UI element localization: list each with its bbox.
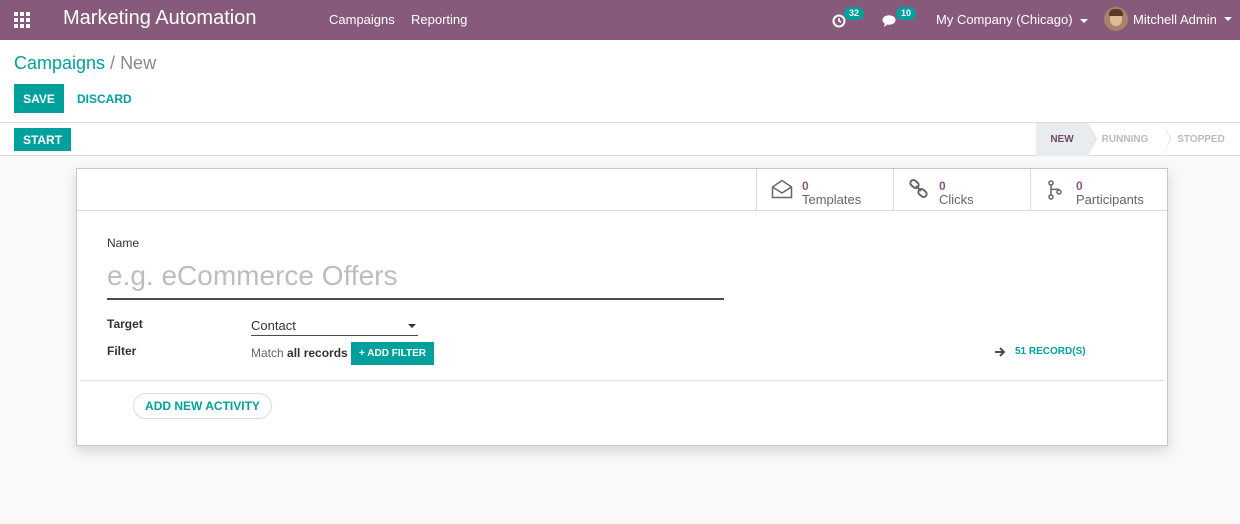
activity-count-badge: 32: [844, 7, 865, 20]
messaging-menu[interactable]: 10: [882, 7, 917, 31]
clicks-stat-button[interactable]: 0 Clicks: [893, 169, 1030, 211]
records-link[interactable]: 51 RECORD(S): [995, 346, 1086, 357]
menu-reporting[interactable]: Reporting: [411, 12, 467, 27]
form-sheet: 0 Templates 0 Clicks 0 Participants Name…: [76, 168, 1168, 446]
name-label: Name: [107, 236, 140, 250]
control-panel: Campaigns / New SAVE DISCARD: [0, 40, 1240, 123]
chevron-down-icon: [1079, 18, 1088, 23]
activity-menu[interactable]: 32: [832, 7, 866, 31]
templates-label: Templates: [802, 192, 862, 207]
target-label: Target: [107, 317, 143, 331]
templates-count: 0: [802, 179, 809, 193]
stage-stopped[interactable]: STOPPED: [1162, 123, 1240, 156]
chevron-down-icon: [1223, 17, 1232, 21]
stage-label: STOPPED: [1177, 134, 1225, 145]
stage-pipeline: NEW RUNNING STOPPED: [1036, 123, 1240, 156]
participants-stat-button[interactable]: 0 Participants: [1030, 169, 1167, 211]
breadcrumb-current: New: [120, 53, 157, 73]
envelope-open-icon: [771, 179, 793, 199]
clicks-count: 0: [939, 179, 946, 193]
menu-campaigns[interactable]: Campaigns: [329, 12, 395, 27]
records-count: 51 RECORD(S): [1015, 346, 1086, 357]
breadcrumb: Campaigns / New: [14, 53, 156, 74]
filter-label: Filter: [107, 344, 137, 358]
participants-count: 0: [1076, 179, 1083, 193]
templates-stat-button[interactable]: 0 Templates: [756, 169, 893, 211]
avatar: [1104, 7, 1128, 31]
target-value: Contact: [251, 318, 296, 333]
breadcrumb-separator: /: [110, 53, 116, 73]
user-menu[interactable]: Mitchell Admin: [1104, 6, 1232, 32]
activities-area: ADD NEW ACTIVITY: [79, 380, 1165, 444]
filter-prefix: Match: [251, 346, 284, 360]
apps-grid-icon[interactable]: [14, 12, 31, 28]
status-bar: START NEW RUNNING STOPPED: [0, 123, 1240, 156]
add-filter-button[interactable]: + ADD FILTER: [351, 342, 434, 365]
user-name: Mitchell Admin: [1133, 11, 1217, 27]
target-select[interactable]: Contact: [251, 316, 418, 336]
filter-scope: all records: [287, 346, 348, 360]
participants-label: Participants: [1076, 192, 1144, 207]
stage-label: NEW: [1050, 134, 1074, 145]
arrow-right-icon: [995, 346, 1006, 357]
link-icon: [909, 179, 928, 198]
breadcrumb-campaigns[interactable]: Campaigns: [14, 53, 105, 73]
stage-label: RUNNING: [1101, 134, 1149, 145]
app-title: Marketing Automation: [63, 7, 257, 29]
company-switcher[interactable]: My Company (Chicago): [936, 12, 1088, 27]
code-fork-icon: [1048, 180, 1062, 200]
campaign-name-input[interactable]: [107, 253, 724, 300]
divider: [77, 210, 759, 211]
top-navbar: Marketing Automation Campaigns Reporting…: [0, 0, 1240, 40]
stat-button-box: 0 Templates 0 Clicks 0 Participants: [756, 169, 1167, 211]
company-name: My Company (Chicago): [936, 12, 1073, 27]
stage-new[interactable]: NEW: [1036, 123, 1097, 156]
message-count-badge: 10: [896, 7, 917, 20]
start-button[interactable]: START: [14, 128, 71, 151]
discard-button[interactable]: DISCARD: [77, 92, 132, 106]
stage-running[interactable]: RUNNING: [1088, 123, 1171, 156]
add-activity-button[interactable]: ADD NEW ACTIVITY: [133, 393, 272, 419]
clicks-label: Clicks: [939, 192, 974, 207]
chevron-down-icon: [408, 324, 416, 328]
save-button[interactable]: SAVE: [14, 84, 64, 113]
filter-description: Match all records: [251, 346, 348, 360]
